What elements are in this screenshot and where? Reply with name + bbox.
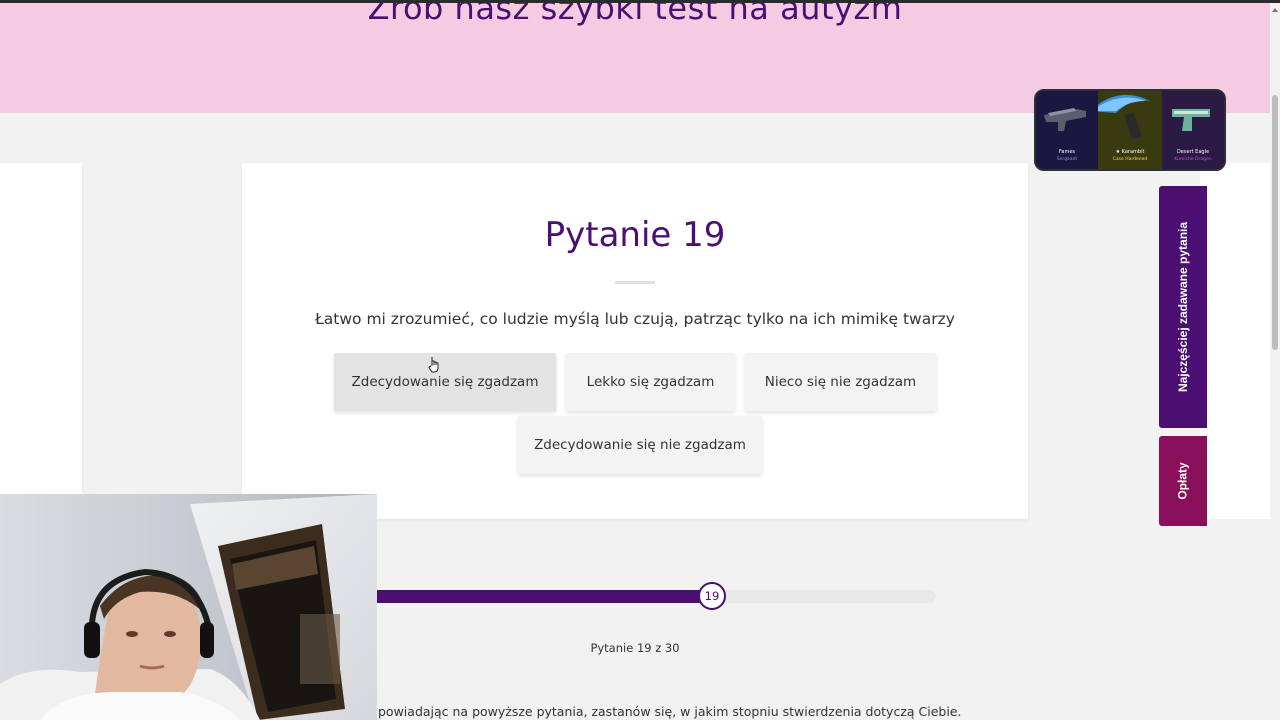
pistol-icon bbox=[1172, 109, 1210, 131]
progress-indicator: 19 bbox=[698, 582, 726, 610]
title-divider bbox=[615, 281, 655, 284]
progress-label: Pytanie 19 z 30 bbox=[590, 641, 680, 655]
question-title: Pytanie 19 bbox=[544, 215, 726, 255]
answer-slightly-agree-button[interactable]: Lekko się zgadzam bbox=[566, 353, 735, 411]
faq-tab-label: Najczęściej zadawane pytania bbox=[1176, 221, 1190, 393]
answer-strongly-agree-button[interactable]: Zdecydowanie się zgadzam bbox=[334, 353, 556, 411]
answer-slightly-disagree-button[interactable]: Nieco się nie zgadzam bbox=[745, 353, 936, 411]
faq-side-tab[interactable]: Najczęściej zadawane pytania bbox=[1159, 186, 1207, 428]
hero-title: Zrób nasz szybki test na autyzm bbox=[367, 3, 903, 27]
progress-fill bbox=[376, 590, 712, 603]
scroll-up-arrow-icon[interactable] bbox=[1271, 6, 1279, 14]
fees-side-tab[interactable]: Opłaty bbox=[1159, 436, 1207, 526]
progress-current-number: 19 bbox=[704, 589, 720, 603]
next-question-card bbox=[1200, 163, 1270, 519]
instructions-text: powiadając na powyższe pytania, zastanów… bbox=[378, 704, 962, 719]
fees-tab-label: Opłaty bbox=[1176, 462, 1190, 500]
ad-item-karambit: ★ Karambit Case Hardened bbox=[1090, 91, 1162, 169]
webcam-overlay bbox=[0, 494, 377, 720]
ad-item-desert-eagle: Desert Eagle Kumicho Dragon bbox=[1162, 91, 1224, 169]
knife-icon bbox=[1090, 94, 1150, 140]
ad-item-fames: Fames Sergeant bbox=[1036, 91, 1098, 169]
skins-ad-banner[interactable]: Fames Sergeant ★ Karambit Case Hardened … bbox=[1034, 89, 1226, 171]
webcam-feed-image bbox=[0, 494, 377, 720]
question-text: Łatwo mi zrozumieć, co ludzie myślą lub … bbox=[315, 310, 955, 328]
answer-strongly-disagree-button[interactable]: Zdecydowanie się nie zgadzam bbox=[518, 416, 762, 474]
mouse-cursor-icon bbox=[428, 357, 439, 373]
gun-icon bbox=[1044, 108, 1086, 131]
previous-question-card bbox=[0, 163, 82, 523]
scrollbar-thumb[interactable] bbox=[1272, 95, 1278, 350]
